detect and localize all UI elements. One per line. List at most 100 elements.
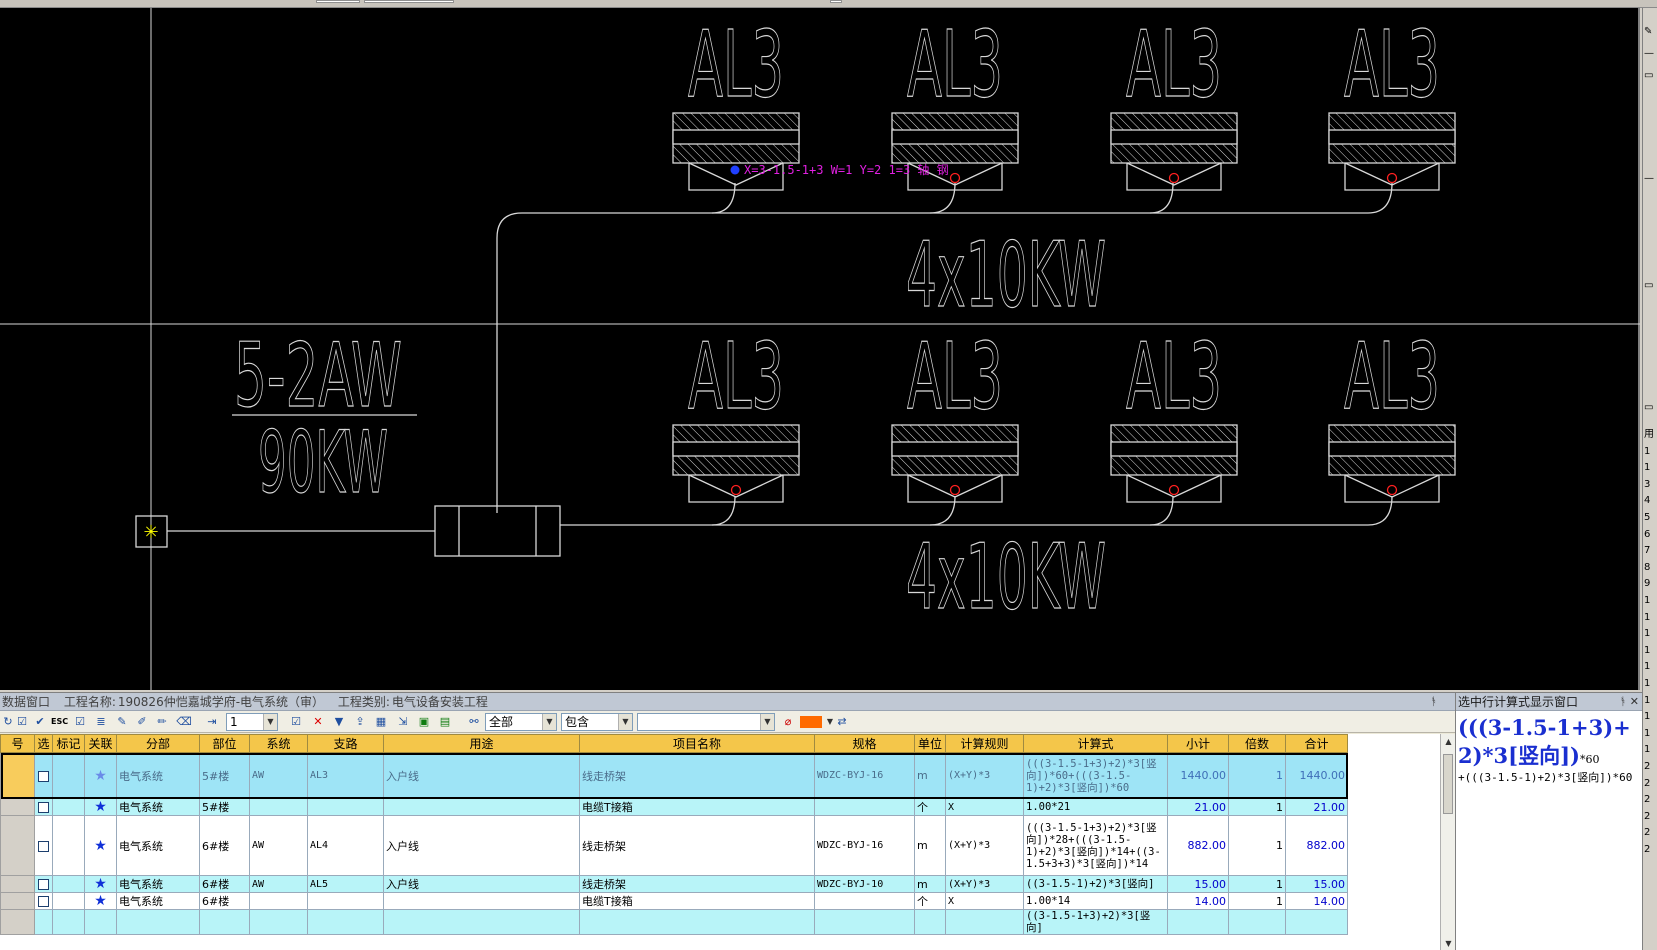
cell-multiplier[interactable]: 1 [1228,798,1286,816]
table-row[interactable]: ★ 电气系统 6#楼 AW AL5 入户线 线走桥架 WDZC-BYJ-10 m (X+Y)*3(… [0,875,1348,893]
underline-icon[interactable]: ✏ [154,714,170,730]
cell-danwei[interactable]: m [914,815,946,876]
filter-icon[interactable]: ▼ [331,714,347,730]
mark-cell[interactable] [52,875,85,893]
multi-check-icon[interactable]: ☑ [72,714,88,730]
cell-zhilu[interactable]: AL4 [307,815,384,876]
cell-fenbu[interactable]: 电气系统 [116,892,200,910]
cell-yongtu[interactable]: 入户线 [383,752,580,799]
column-header[interactable]: 用途 [383,734,580,753]
cell-yongtu[interactable] [383,892,580,910]
table-row[interactable]: ★ 电气系统 6#楼 AW AL4 入户线 线走桥架 WDZC-BYJ-16 m (X+Y)*3(… [0,815,1348,876]
cell-guize[interactable]: (X+Y)*3 [945,752,1024,799]
row-header[interactable] [0,909,35,935]
cell-multiplier[interactable]: 1 [1228,892,1286,910]
select-checkbox[interactable] [34,798,53,816]
row-header[interactable] [0,752,35,799]
side-minus-icon[interactable]: — [1644,48,1657,60]
snap-marker[interactable] [1386,484,1398,496]
column-header[interactable]: 单位 [914,734,946,753]
cell-xitong[interactable] [249,909,308,935]
cell-subtotal[interactable]: 14.00 [1167,892,1229,910]
cell-mingcheng[interactable]: 线走桥架 [579,875,815,893]
column-header[interactable]: 合计 [1285,734,1348,753]
export-icon[interactable]: ⇲ [395,714,411,730]
main-distribution-box[interactable] [434,505,561,557]
cell-zhilu[interactable]: AL5 [307,875,384,893]
checkbox[interactable] [38,840,49,852]
cell-xitong[interactable] [249,892,308,910]
delete-icon[interactable]: ✕ [310,714,326,730]
link-star-icon[interactable] [84,909,117,935]
cell-guige[interactable]: WDZC-BYJ-10 [814,875,915,893]
sync-icon[interactable]: ⇄ [834,714,850,730]
cell-total[interactable]: 14.00 [1285,892,1348,910]
cell-danwei[interactable]: m [914,752,946,799]
row-header[interactable] [0,815,35,876]
side-box-icon[interactable]: ▭ [1644,70,1657,82]
snap-marker[interactable] [949,484,961,496]
checkbox[interactable] [38,802,49,813]
mark-cell[interactable] [52,892,85,910]
cell-danwei[interactable]: 个 [914,798,946,816]
link-star-icon[interactable]: ★ [84,892,117,910]
select-checkbox[interactable] [34,875,53,893]
cell-formula[interactable]: ((3-1.5-1)+2)*3[竖向] [1023,875,1168,893]
scroll-up-icon[interactable]: ▲ [1441,734,1456,749]
cell-yongtu[interactable]: 入户线 [383,815,580,876]
cell-guige[interactable] [814,909,915,935]
cell-yongtu[interactable]: 入户线 [383,875,580,893]
cell-buwei[interactable]: 6#楼 [199,875,250,893]
star-icon[interactable]: ★ [94,768,107,784]
distribution-board-1-4[interactable]: AL3 [1328,10,1456,191]
cell-mingcheng[interactable]: 线走桥架 [579,752,815,799]
chevron-down-icon[interactable]: ▼ [760,714,774,730]
cell-xitong[interactable]: AW [249,815,308,876]
chevron-down-icon[interactable]: ▼ [542,714,556,730]
edit-grid-icon[interactable]: ✐ [134,714,150,730]
search-input[interactable]: ▼ [637,713,775,731]
cell-guige[interactable] [814,892,915,910]
mark-cell[interactable] [52,798,85,816]
table-row[interactable]: ((3-1.5-1+3)+2)*3[竖向] [0,909,1348,935]
cell-formula[interactable]: (((3-1.5-1+3)+2)*3[竖向])*60+(((3-1.5-1)+2… [1023,752,1168,799]
star-icon[interactable]: ★ [94,894,107,909]
checkbox[interactable] [38,770,49,782]
mark-cell[interactable] [52,909,85,935]
cell-total[interactable]: 882.00 [1285,815,1348,876]
edit-icon[interactable]: ✎ [114,714,130,730]
distribution-board-2-4[interactable]: AL3 [1328,322,1456,503]
side-box-icon[interactable]: ▭ [1644,280,1657,292]
snap-marker[interactable] [1168,484,1180,496]
distribution-board-1-3[interactable]: AL3 [1110,10,1238,191]
cell-mingcheng[interactable] [579,909,815,935]
cell-multiplier[interactable] [1228,909,1286,935]
cell-zhilu[interactable] [307,798,384,816]
column-header[interactable]: 计算式 [1023,734,1168,753]
cell-subtotal[interactable]: 882.00 [1167,815,1229,876]
cell-multiplier[interactable]: 1 [1228,752,1286,799]
select-checkbox[interactable] [34,752,53,799]
cell-subtotal[interactable]: 21.00 [1167,798,1229,816]
cell-buwei[interactable]: 6#楼 [199,815,250,876]
cell-formula[interactable]: 1.00*14 [1023,892,1168,910]
column-header[interactable]: 选 [34,734,53,753]
cell-mingcheng[interactable]: 电缆T接箱 [579,892,815,910]
excel-export-icon[interactable]: ▤ [437,714,453,730]
scroll-down-icon[interactable]: ▼ [1441,936,1456,950]
filter-scope-select[interactable]: 全部 ▼ [485,713,557,731]
row-header[interactable] [0,892,35,910]
column-header[interactable]: 分部 [116,734,200,753]
distribution-board-2-2[interactable]: AL3 [891,322,1019,503]
grid-icon[interactable]: ▦ [373,714,389,730]
cell-buwei[interactable]: 5#楼 [199,798,250,816]
cell-danwei[interactable]: 个 [914,892,946,910]
snap-marker[interactable] [730,484,742,496]
excel-icon[interactable]: ▣ [416,714,432,730]
check-icon[interactable]: ✔ [32,714,48,730]
cell-total[interactable]: 1440.00 [1285,752,1348,799]
cell-guize[interactable] [945,909,1024,935]
cell-guige[interactable]: WDZC-BYJ-16 [814,815,915,876]
pin-icon[interactable]: ᚬ [1620,695,1627,708]
check-all-icon[interactable]: ☑ [14,714,30,730]
